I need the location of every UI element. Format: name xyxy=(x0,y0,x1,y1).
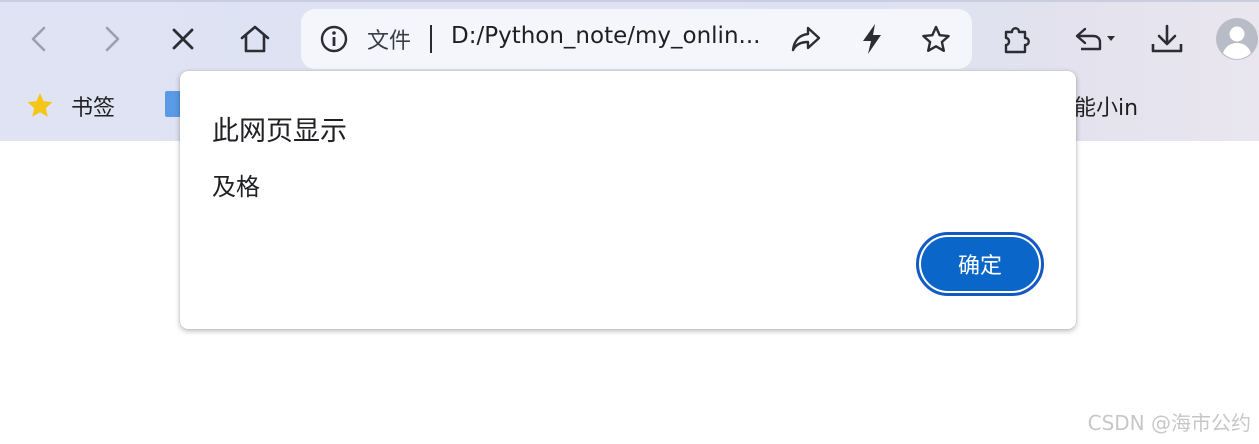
bookmark-item-partial-label: 能小in xyxy=(1074,96,1139,121)
undo-icon xyxy=(1075,27,1115,51)
chevron-right-icon xyxy=(105,26,120,52)
bookmarks-folder[interactable]: 书签 xyxy=(25,86,115,126)
star-filled-icon xyxy=(27,93,53,117)
extensions-button[interactable] xyxy=(995,17,1039,61)
ok-button[interactable]: 确定 xyxy=(916,232,1044,296)
info-icon xyxy=(320,25,348,53)
history-menu-button[interactable] xyxy=(1068,17,1120,61)
lightning-button[interactable] xyxy=(850,17,894,61)
home-button[interactable] xyxy=(233,17,277,61)
star-outline-icon xyxy=(922,25,950,52)
download-icon xyxy=(1151,24,1183,53)
home-icon xyxy=(240,25,270,53)
ok-button-label: 确定 xyxy=(921,237,1039,291)
share-button[interactable] xyxy=(784,17,828,61)
address-bar[interactable]: 文件 D:/Python_note/my_onlin... xyxy=(301,9,972,69)
chevron-left-icon xyxy=(31,26,46,52)
bookmark-page-button[interactable] xyxy=(914,17,958,61)
profile-button[interactable] xyxy=(1215,17,1259,61)
close-icon xyxy=(172,28,194,50)
back-button[interactable] xyxy=(17,17,61,61)
downloads-button[interactable] xyxy=(1145,17,1189,61)
bookmark-item-partial[interactable]: 能小in xyxy=(1074,86,1138,126)
chrome-top-border xyxy=(0,0,1259,2)
dialog-message: 及格 xyxy=(212,173,260,201)
forward-button[interactable] xyxy=(90,17,134,61)
puzzle-icon xyxy=(1004,27,1030,54)
watermark: CSDN @海市公约 xyxy=(1087,411,1251,435)
stop-loading-button[interactable] xyxy=(161,17,205,61)
alert-dialog: 此网页显示 及格 确定 xyxy=(180,71,1076,329)
url-text[interactable]: D:/Python_note/my_onlin... xyxy=(451,23,760,49)
lightning-icon xyxy=(863,24,881,54)
folder-icon[interactable] xyxy=(165,91,181,117)
site-info-label: 文件 xyxy=(367,29,412,54)
bookmarks-label: 书签 xyxy=(71,96,116,121)
site-info-chip[interactable]: 文件 xyxy=(319,24,411,54)
omnibox-divider xyxy=(430,25,432,53)
dialog-title: 此网页显示 xyxy=(212,116,347,147)
avatar-icon xyxy=(1216,18,1258,60)
share-icon xyxy=(791,26,821,52)
